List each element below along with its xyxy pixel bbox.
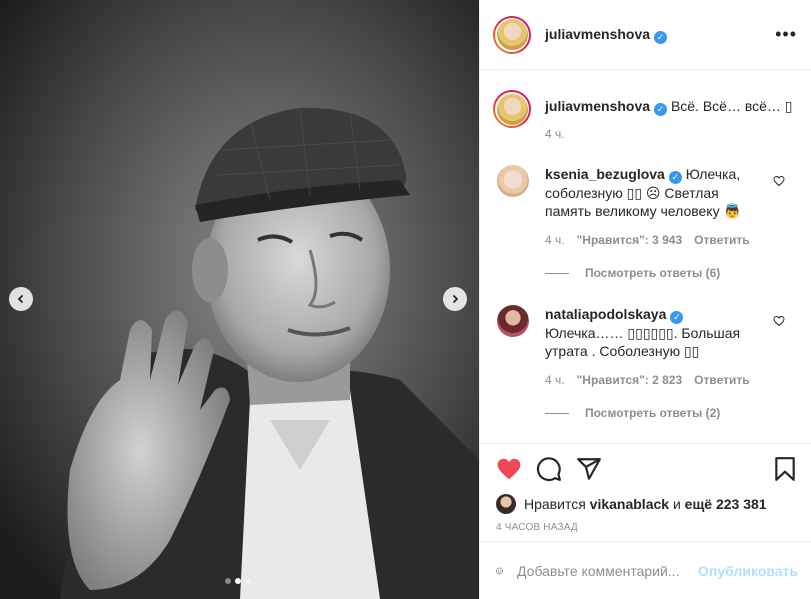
share-icon[interactable] [576,456,602,482]
caption-text: juliavmenshova ✓ Всё. Всё… всё… ▯ [545,90,793,128]
reply-button[interactable]: Ответить [694,373,749,387]
verified-badge-icon: ✓ [668,171,682,184]
liker-username[interactable]: vikanablack [590,496,669,512]
author-avatar[interactable] [493,15,531,54]
comment-body: Юлечка…… ▯▯▯▯▯▯. Большая утрата . Соболе… [545,325,741,359]
likes-middle: и [672,496,681,512]
caption-username[interactable]: juliavmenshova [545,98,650,114]
comment-text: ksenia_bezuglova ✓ Юлечка, соболезную ▯▯ … [545,165,763,220]
author-username[interactable]: juliavmenshova ✓ [545,26,668,44]
comment-meta: 4 ч. "Нравится": 3 943 Ответить [545,233,750,247]
likes-summary: Нравится vikanablack и ещё 223 381 [496,494,767,514]
comment-username[interactable]: ksenia_bezuglova [545,166,665,182]
comment-text: nataliapodolskaya ✓ Юлечка…… ▯▯▯▯▯▯. Боль… [545,305,763,360]
carousel-indicator [225,578,251,584]
chevron-right-icon [452,294,459,304]
likes-count[interactable]: ещё 223 381 [685,496,767,512]
comment-item: ksenia_bezuglova ✓ Юлечка, соболезную ▯▯ … [497,165,798,220]
comment-likes[interactable]: "Нравится": 3 943 [577,233,683,247]
caption-time: 4 ч. [545,127,565,141]
carousel-prev-button[interactable] [9,287,33,311]
view-replies-button[interactable]: Посмотреть ответы (2) [545,406,720,420]
comment-like-icon[interactable] [773,315,785,327]
comment-avatar[interactable] [497,305,529,337]
carousel-dot [245,578,251,584]
publish-button[interactable]: Опубликовать [698,563,798,579]
add-comment-bar: Опубликовать [480,541,811,599]
comment-avatar[interactable] [497,165,529,197]
post-actions-section: Нравится vikanablack и ещё 223 381 4 час… [480,443,811,541]
liker-avatar[interactable] [496,494,516,514]
heart-filled-icon[interactable] [496,456,522,482]
post-sidebar: juliavmenshova ✓ ••• juliavmenshova ✓ Всё.… [479,0,811,599]
view-replies-button[interactable]: Посмотреть ответы (6) [545,266,720,280]
replies-divider [545,412,569,414]
comment-username[interactable]: nataliapodolskaya [545,306,666,322]
caption-avatar[interactable] [493,90,531,128]
carousel-dot-active [235,578,241,584]
likes-prefix: Нравится [524,496,586,512]
comment-item: nataliapodolskaya ✓ Юлечка…… ▯▯▯▯▯▯. Боль… [497,305,798,360]
action-bar [496,456,798,482]
comment-time[interactable]: 4 ч. [545,373,565,387]
verified-badge-icon: ✓ [670,311,684,324]
author-username-text[interactable]: juliavmenshova [545,26,650,42]
comment-icon[interactable] [536,456,562,482]
post-header: juliavmenshova ✓ ••• [480,0,811,70]
post-image [0,0,479,599]
view-replies-label: Посмотреть ответы (2) [585,406,721,420]
reply-button[interactable]: Ответить [694,233,749,247]
verified-badge-icon: ✓ [654,30,668,44]
more-options-icon[interactable]: ••• [775,24,797,45]
comment-time[interactable]: 4 ч. [545,233,565,247]
chevron-left-icon [17,294,24,304]
caption-body: Всё. Всё… всё… ▯ [670,98,793,114]
post-timestamp[interactable]: 4 часов назад [496,522,578,533]
comment-input[interactable] [517,562,699,579]
comments-list: juliavmenshova ✓ Всё. Всё… всё… ▯ 4 ч. ks… [480,70,811,443]
comment-likes[interactable]: "Нравится": 2 823 [577,373,683,387]
carousel-dot [225,578,231,584]
carousel-next-button[interactable] [443,287,467,311]
caption: juliavmenshova ✓ Всё. Всё… всё… ▯ [493,90,798,128]
view-replies-label: Посмотреть ответы (6) [585,266,721,280]
comment-like-icon[interactable] [773,175,785,187]
replies-divider [545,272,569,274]
emoji-icon[interactable] [496,558,503,584]
post-photo[interactable] [0,0,479,599]
verified-badge-icon: ✓ [654,103,668,116]
bookmark-icon[interactable] [772,456,798,482]
comment-meta: 4 ч. "Нравится": 2 823 Ответить [545,373,750,387]
